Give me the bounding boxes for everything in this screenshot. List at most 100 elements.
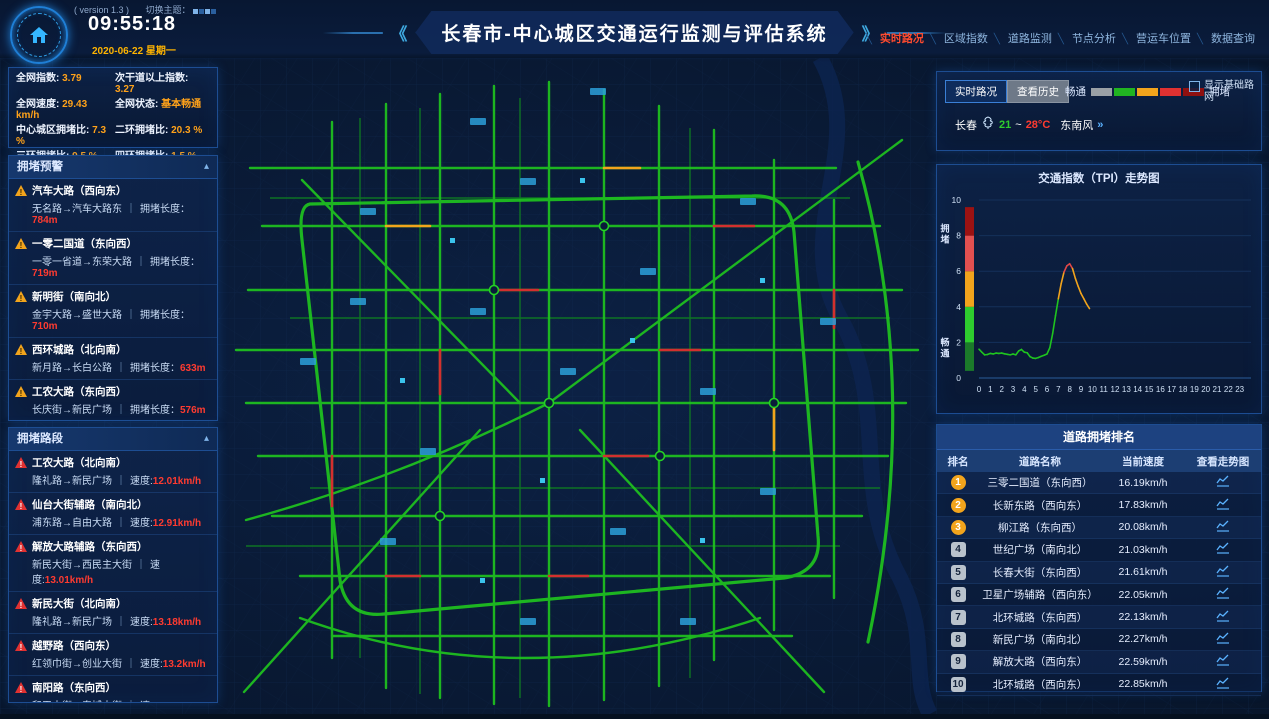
nav-item-4[interactable]: 营运车位置	[1122, 30, 1191, 46]
trend-chart-icon[interactable]	[1185, 632, 1261, 647]
svg-text:0: 0	[956, 373, 961, 383]
list-item[interactable]: !汽车大路（西向东）无名路→汽车大路东｜拥堵长度：784m	[9, 179, 217, 232]
collapse-arrow-icon[interactable]: ▴	[204, 156, 209, 178]
basemap-toggle[interactable]: 显示基础路网	[1189, 80, 1255, 104]
tab-1[interactable]: 查看历史	[1007, 80, 1069, 103]
nav-item-5[interactable]: 数据查询	[1197, 30, 1255, 46]
table-row[interactable]: 8新民广场（南向北）22.27km/h	[937, 629, 1261, 651]
value-text: 13.01km/h	[45, 575, 93, 586]
warning-triangle-icon: !	[15, 238, 27, 249]
svg-text:15: 15	[1145, 385, 1154, 394]
table-row[interactable]: 4世纪广场（南向北）21.03km/h	[937, 539, 1261, 561]
chart-title: 交通指数（TPI）走势图	[937, 165, 1261, 186]
main-nav: 实时路况区域指数道路监测节点分析营运车位置数据查询	[860, 30, 1255, 46]
route-text: 新民大街→西民主大街	[32, 560, 132, 571]
trend-chart-icon[interactable]	[1185, 498, 1261, 513]
nav-item-1[interactable]: 区域指数	[930, 30, 988, 46]
trend-chart-icon[interactable]	[1185, 542, 1261, 557]
overview-stat: 全网速度: 29.43 km/h	[16, 99, 111, 121]
trend-chart-icon[interactable]	[1185, 475, 1261, 490]
list-item[interactable]: !新民大街（北向南）隆礼路→新民广场｜速度:13.18km/h	[9, 592, 217, 634]
svg-text:3: 3	[1011, 385, 1016, 394]
value-text: 719m	[32, 268, 58, 279]
table-row[interactable]: 1三零二国道（东向西）16.19km/h	[937, 472, 1261, 494]
ranking-title: 道路拥堵排名	[937, 425, 1261, 450]
svg-text:14: 14	[1133, 385, 1142, 394]
list-item[interactable]: !解放大路辅路（东向西）新民大街→西民主大街｜速度:13.01km/h	[9, 535, 217, 592]
rank-cell: 1	[937, 475, 979, 490]
weather-more-arrow[interactable]: »	[1097, 119, 1103, 131]
collapse-arrow-icon[interactable]: ▴	[204, 428, 209, 450]
svg-text:6: 6	[1045, 385, 1050, 394]
nav-item-2[interactable]: 道路监测	[994, 30, 1052, 46]
trend-chart-icon[interactable]	[1185, 610, 1261, 625]
overview-stat: 全网指数: 3.79	[16, 73, 111, 95]
stat-label: 全网速度:	[16, 99, 59, 110]
trend-chart-icon[interactable]	[1185, 677, 1261, 692]
svg-text:11: 11	[1100, 385, 1109, 394]
traffic-tabs: 实时路况查看历史	[945, 80, 1069, 103]
theme-swatch[interactable]	[199, 9, 204, 14]
value-label: 速度:	[130, 518, 153, 529]
rank-badge: 5	[951, 565, 966, 580]
list-item[interactable]: !工农大路（东向西）长庆街→新民广场｜拥堵长度：576m	[9, 380, 217, 421]
value-label: 速度:	[130, 617, 153, 628]
theme-swatch[interactable]	[205, 9, 210, 14]
trend-chart-icon[interactable]	[1185, 520, 1261, 535]
road-name-cell: 卫星广场辅路（西向东）	[979, 587, 1101, 602]
tpi-line-chart[interactable]: 0246810拥堵畅通01234567891011121314151617181…	[937, 186, 1259, 408]
svg-text:8: 8	[956, 231, 961, 241]
theme-swatch[interactable]	[193, 9, 198, 14]
date-label: 2020-06-22 星期一	[92, 42, 176, 57]
table-row[interactable]: 2长新东路（西向东）17.83km/h	[937, 494, 1261, 516]
trend-chart-icon[interactable]	[1185, 587, 1261, 602]
item-detail-row: 长庆街→新民广场｜拥堵长度：576m	[15, 401, 211, 416]
theme-switcher[interactable]	[193, 6, 217, 16]
separator: ｜	[126, 701, 136, 703]
table-row[interactable]: 7北环城路（东向西）22.13km/h	[937, 606, 1261, 628]
clock: 09:55:18	[88, 13, 176, 36]
rank-cell: 2	[937, 498, 979, 513]
home-button[interactable]	[10, 6, 68, 64]
road-name: 汽车大路（西向东）	[32, 183, 127, 198]
item-title-row: !越野路（西向东）	[15, 638, 211, 653]
separator: ｜	[126, 659, 136, 670]
speed-cell: 22.27km/h	[1101, 633, 1185, 645]
table-row[interactable]: 10北环城路（西向东）22.85km/h	[937, 674, 1261, 696]
separator: ｜	[136, 560, 146, 571]
list-item[interactable]: !仙台大街辅路（南向北）浦东路→自由大路｜速度:12.91km/h	[9, 493, 217, 535]
list-item[interactable]: !南阳路（东向西）和平大街→春城大街｜速度:13.24km/h	[9, 676, 217, 703]
road-name: 南阳路（东向西）	[32, 680, 116, 695]
separator: ｜	[116, 405, 126, 416]
item-title-row: !新民大街（北向南）	[15, 596, 211, 611]
nav-item-0[interactable]: 实时路况	[866, 30, 924, 46]
overview-stat: 次干道以上指数: 3.27	[115, 73, 210, 95]
tab-0[interactable]: 实时路况	[945, 80, 1007, 103]
trend-chart-icon[interactable]	[1185, 565, 1261, 580]
app-title-banner: 《 长春市-中心城区交通运行监测与评估系统 》	[322, 11, 946, 54]
table-row[interactable]: 3柳江路（东向西）20.08km/h	[937, 517, 1261, 539]
value-text: 12.91km/h	[153, 518, 201, 529]
legend-swatch	[1160, 88, 1181, 96]
list-item[interactable]: !一零二国道（东向西）一零一省道→东荣大路｜拥堵长度：719m	[9, 232, 217, 285]
theme-swatch[interactable]	[211, 9, 216, 14]
table-row[interactable]: 9解放大路（西向东）22.59km/h	[937, 651, 1261, 673]
value-text: 13.2km/h	[163, 659, 206, 670]
item-detail-row: 新月路→长白公路｜拥堵长度：633m	[15, 359, 211, 374]
title-left-chevron: 《	[390, 20, 407, 45]
value-label: 拥堵长度：	[140, 310, 190, 321]
list-item[interactable]: !西环城路（北向南）新月路→长白公路｜拥堵长度：633m	[9, 338, 217, 380]
svg-text:2: 2	[956, 337, 961, 347]
trend-chart-icon[interactable]	[1185, 654, 1261, 669]
svg-text:7: 7	[1056, 385, 1061, 394]
list-item[interactable]: !越野路（西向东）红领巾街→创业大街｜速度:13.2km/h	[9, 634, 217, 676]
overview-stat: 二环拥堵比: 20.3 %	[115, 125, 210, 147]
list-item[interactable]: !新明街（南向北）金宇大路→盛世大路｜拥堵长度：710m	[9, 285, 217, 338]
value-text: 12.01km/h	[153, 476, 201, 487]
checkbox-icon[interactable]	[1189, 81, 1200, 92]
table-row[interactable]: 6卫星广场辅路（西向东）22.05km/h	[937, 584, 1261, 606]
table-row[interactable]: 5长春大街（东向西）21.61km/h	[937, 562, 1261, 584]
list-item[interactable]: !工农大路（北向南）隆礼路→新民广场｜速度:12.01km/h	[9, 451, 217, 493]
nav-item-3[interactable]: 节点分析	[1058, 30, 1116, 46]
rank-badge: 1	[951, 475, 966, 490]
